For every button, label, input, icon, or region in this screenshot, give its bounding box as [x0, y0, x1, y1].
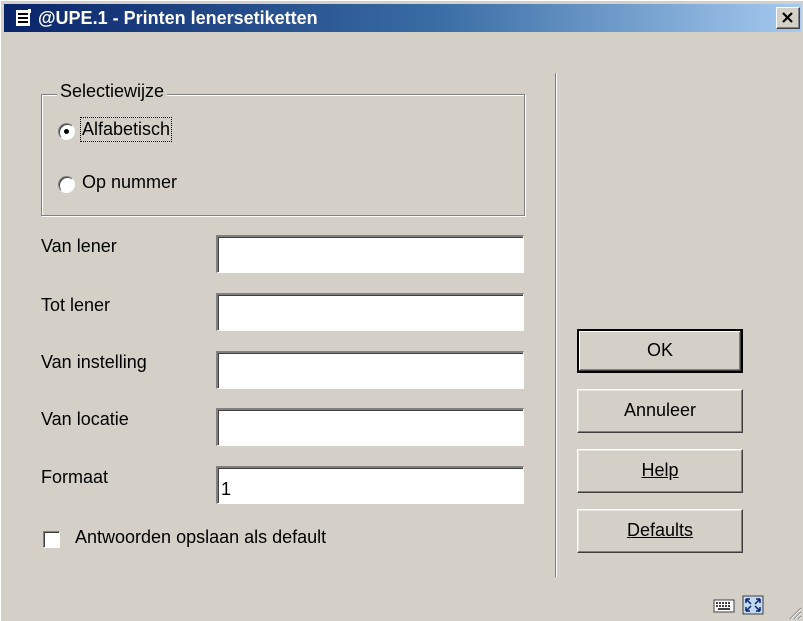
- van-locatie-input[interactable]: [216, 408, 524, 446]
- selection-groupbox: [41, 94, 525, 216]
- radio-label-op-nummer[interactable]: Op nummer: [82, 172, 177, 193]
- label-van-instelling: Van instelling: [41, 352, 147, 372]
- label-formaat: Formaat: [41, 467, 109, 487]
- dialog-window: @UPE.1 - Printen lenersetiketten Selecti…: [0, 0, 803, 621]
- help-label: Help: [641, 460, 679, 480]
- help-button[interactable]: Help: [577, 449, 743, 493]
- formaat-input[interactable]: [216, 466, 524, 504]
- expand-icon[interactable]: [742, 595, 764, 615]
- cancel-button[interactable]: Annuleer: [577, 389, 743, 433]
- keyboard-icon[interactable]: [713, 595, 735, 615]
- radio-button[interactable]: [58, 176, 75, 193]
- van-lener-input[interactable]: [216, 235, 524, 273]
- save-default-label[interactable]: Antwoorden opslaan als default: [75, 527, 326, 548]
- defaults-label: Defaults: [626, 520, 694, 540]
- radio-label-alfabetisch[interactable]: Alfabetisch: [79, 117, 173, 142]
- vertical-separator: [555, 73, 557, 577]
- defaults-button[interactable]: Defaults: [577, 509, 743, 553]
- radio-dot: [64, 129, 69, 134]
- radio-button-selected[interactable]: [58, 123, 75, 140]
- label-tot-lener: Tot lener: [41, 295, 111, 315]
- close-icon: [782, 12, 793, 23]
- label-van-lener: Van lener: [41, 236, 117, 256]
- resize-grip-icon[interactable]: [788, 606, 802, 620]
- title-bar[interactable]: @UPE.1 - Printen lenersetiketten: [4, 4, 801, 32]
- document-lines-icon: [16, 9, 31, 26]
- van-instelling-input[interactable]: [216, 351, 524, 389]
- selection-legend: Selectiewijze: [57, 81, 168, 102]
- window-title: @UPE.1 - Printen lenersetiketten: [38, 8, 318, 28]
- close-button[interactable]: [776, 7, 800, 29]
- label-van-locatie: Van locatie: [41, 409, 129, 429]
- tot-lener-input[interactable]: [216, 293, 524, 331]
- ok-button[interactable]: OK: [577, 329, 743, 373]
- save-default-checkbox[interactable]: [43, 531, 60, 548]
